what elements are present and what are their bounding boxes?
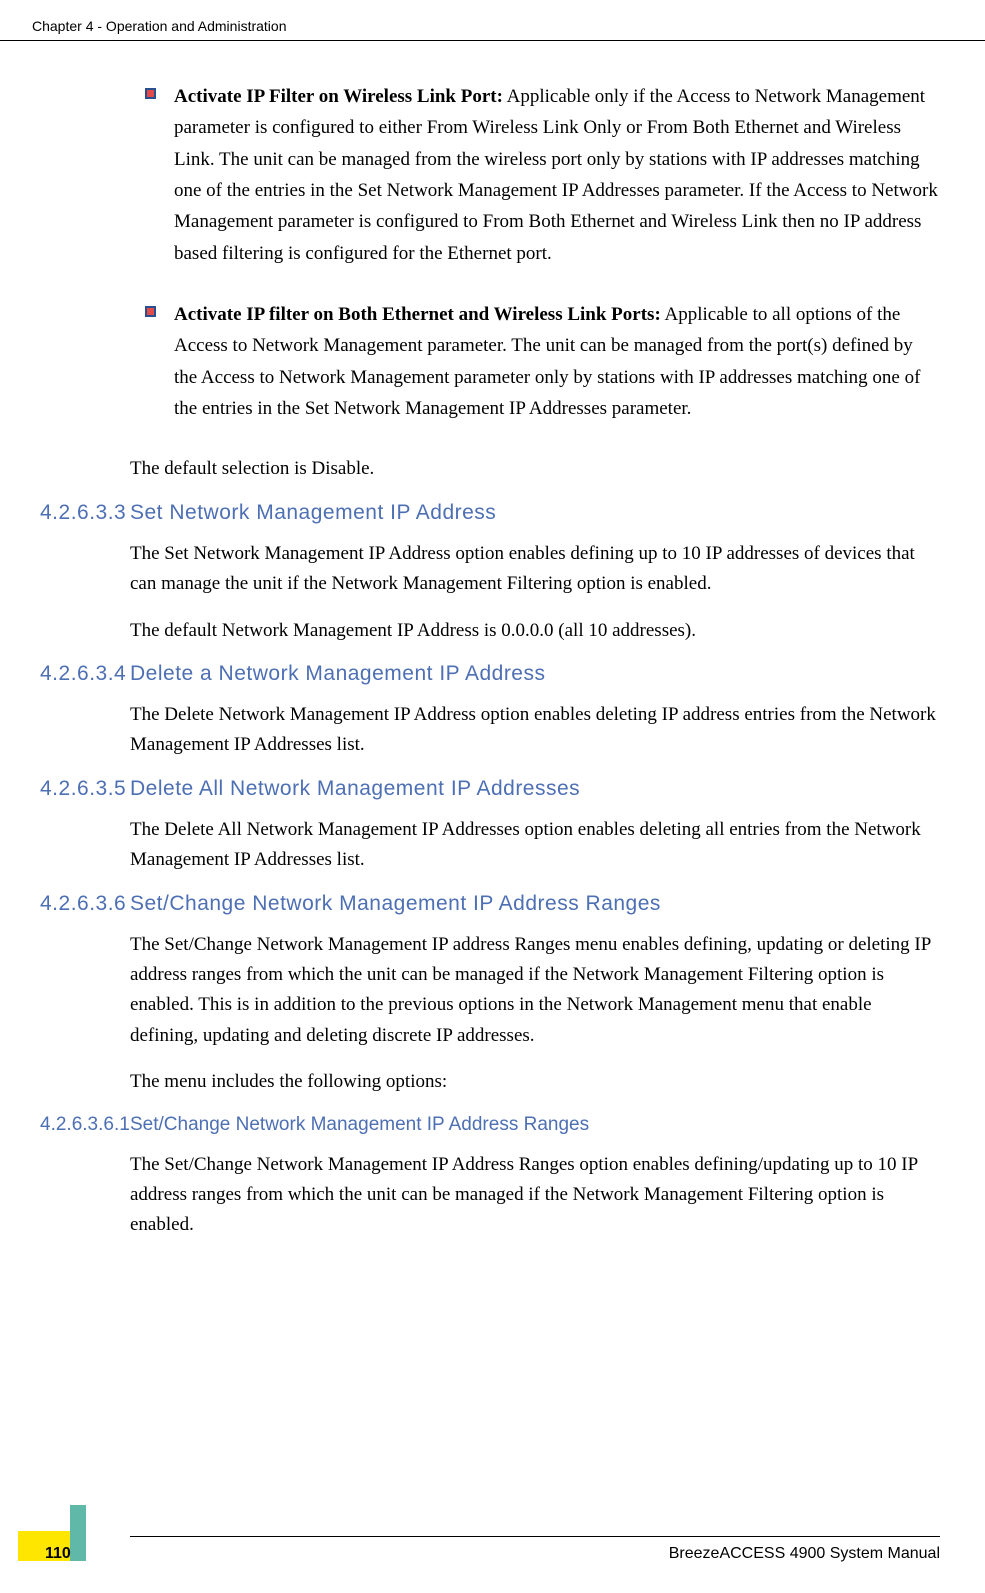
section-number: 4.2.6.3.6.1 xyxy=(10,1114,130,1136)
section-number: 4.2.6.3.3 xyxy=(10,501,130,525)
page-number: 110 xyxy=(45,1545,71,1563)
square-bullet-icon xyxy=(145,88,156,99)
paragraph: The menu includes the following options: xyxy=(130,1067,940,1097)
bullet-item: Activate IP filter on Both Ethernet and … xyxy=(130,299,940,424)
section-heading: 4.2.6.3.3 Set Network Management IP Addr… xyxy=(10,501,940,525)
section-number: 4.2.6.3.4 xyxy=(10,662,130,686)
section-title: Set/Change Network Management IP Address… xyxy=(130,892,940,916)
bullet-body: Applicable only if the Access to Network… xyxy=(174,86,938,264)
section-heading: 4.2.6.3.6 Set/Change Network Management … xyxy=(10,892,940,916)
paragraph: The Delete All Network Management IP Add… xyxy=(130,815,940,876)
section-number: 4.2.6.3.5 xyxy=(10,777,130,801)
section-heading: 4.2.6.3.4 Delete a Network Management IP… xyxy=(10,662,940,686)
section-title: Set Network Management IP Address xyxy=(130,501,940,525)
bullet-item: Activate IP Filter on Wireless Link Port… xyxy=(130,81,940,269)
section-heading: 4.2.6.3.5 Delete All Network Management … xyxy=(10,777,940,801)
bullet-text: Activate IP filter on Both Ethernet and … xyxy=(174,299,940,424)
chapter-header: Chapter 4 - Operation and Administration xyxy=(0,0,985,41)
paragraph: The Delete Network Management IP Address… xyxy=(130,700,940,761)
paragraph: The Set Network Management IP Address op… xyxy=(130,539,940,600)
section-title: Set/Change Network Management IP Address… xyxy=(130,1114,940,1136)
paragraph: The default Network Management IP Addres… xyxy=(130,616,940,646)
paragraph: The Set/Change Network Management IP Add… xyxy=(130,1150,940,1241)
paragraph: The Set/Change Network Management IP add… xyxy=(130,930,940,1052)
bullet-lead: Activate IP filter on Both Ethernet and … xyxy=(174,304,661,325)
footer-divider xyxy=(130,1536,940,1537)
section-number: 4.2.6.3.6 xyxy=(10,892,130,916)
footer-manual-title: BreezeACCESS 4900 System Manual xyxy=(0,1545,985,1563)
section-title: Delete All Network Management IP Address… xyxy=(130,777,940,801)
page-content: Activate IP Filter on Wireless Link Port… xyxy=(0,81,985,1241)
bullet-lead: Activate IP Filter on Wireless Link Port… xyxy=(174,86,503,107)
square-bullet-icon xyxy=(145,306,156,317)
section-title: Delete a Network Management IP Address xyxy=(130,662,940,686)
page-footer: BreezeACCESS 4900 System Manual xyxy=(0,1536,985,1563)
paragraph: The default selection is Disable. xyxy=(130,454,940,484)
section-subheading: 4.2.6.3.6.1 Set/Change Network Managemen… xyxy=(10,1114,940,1136)
bullet-text: Activate IP Filter on Wireless Link Port… xyxy=(174,81,940,269)
teal-block-icon xyxy=(70,1505,86,1561)
